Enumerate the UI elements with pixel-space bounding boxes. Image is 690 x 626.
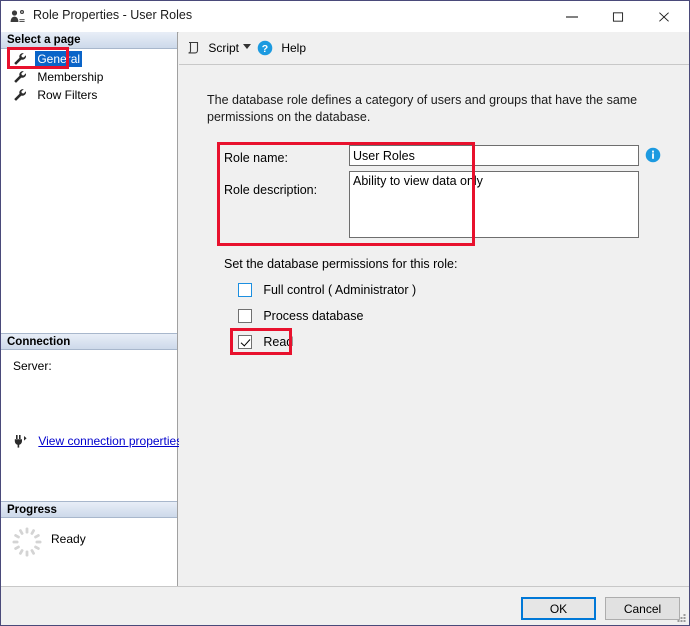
role-name-label: Role name:	[224, 151, 288, 165]
wrench-icon	[13, 52, 29, 66]
permission-label: Process database	[263, 309, 364, 323]
permission-full-control[interactable]: Full control ( Administrator )	[238, 281, 416, 299]
sidebar-item-general[interactable]: General	[13, 51, 83, 67]
connection-header: Connection	[1, 333, 177, 350]
minimize-icon	[566, 16, 578, 18]
window-title: Role Properties - User Roles	[33, 8, 193, 22]
checkbox-read[interactable]	[238, 335, 252, 349]
left-panel: Select a page General Membership Row Fil…	[1, 32, 182, 586]
role-description-label: Role description:	[224, 183, 318, 197]
help-label: Help	[281, 41, 307, 55]
sidebar-item-label: Membership	[37, 70, 104, 84]
script-icon	[186, 41, 200, 55]
server-label: Server:	[13, 359, 52, 373]
role-properties-dialog: Role Properties - User Roles Select a pa…	[0, 0, 690, 626]
minimize-button[interactable]	[549, 1, 595, 31]
svg-text:?: ?	[262, 43, 268, 55]
role-description-textarea[interactable]: Ability to view data only	[349, 171, 639, 238]
maximize-button[interactable]	[595, 1, 641, 31]
view-connection-properties-label: View connection properties	[38, 434, 183, 448]
permission-label: Full control ( Administrator )	[263, 283, 417, 297]
permissions-title: Set the database permissions for this ro…	[224, 257, 458, 271]
role-users-icon	[10, 9, 27, 25]
sidebar-item-label: General	[35, 51, 83, 67]
view-connection-properties-link[interactable]: View connection properties	[13, 433, 182, 451]
wrench-icon	[13, 70, 29, 84]
sidebar-item-label: Row Filters	[37, 88, 98, 102]
spinner-icon	[11, 526, 43, 558]
maximize-icon	[612, 12, 624, 22]
sidebar-item-row-filters[interactable]: Row Filters	[13, 87, 99, 103]
role-name-input[interactable]	[349, 145, 639, 166]
checkbox-process-database[interactable]	[238, 309, 252, 323]
close-icon	[659, 12, 669, 22]
script-button[interactable]: Script	[186, 38, 239, 58]
dialog-footer: OK Cancel	[1, 586, 689, 625]
cancel-button[interactable]: Cancel	[605, 597, 680, 620]
select-a-page-header: Select a page	[1, 32, 177, 49]
help-button[interactable]: ? Help	[257, 38, 306, 58]
title-bar: Role Properties - User Roles	[1, 1, 689, 33]
info-icon[interactable]	[645, 147, 661, 163]
plug-icon	[13, 433, 29, 449]
toolbar: Script ? Help	[179, 32, 689, 65]
checkbox-full-control[interactable]	[238, 283, 252, 297]
sidebar-item-membership[interactable]: Membership	[13, 69, 105, 85]
permission-process-database[interactable]: Process database	[238, 307, 363, 325]
ok-button[interactable]: OK	[521, 597, 596, 620]
help-question-icon: ?	[257, 40, 273, 56]
close-button[interactable]	[641, 1, 687, 31]
resize-grip-icon[interactable]	[675, 612, 687, 624]
chevron-down-icon[interactable]	[243, 44, 251, 49]
permission-label: Read	[263, 335, 294, 349]
progress-header: Progress	[1, 501, 177, 518]
progress-status: Ready	[51, 532, 86, 546]
content-panel: Script ? Help The database role defines …	[179, 32, 689, 586]
permission-read[interactable]: Read	[238, 333, 293, 351]
script-label: Script	[208, 41, 240, 55]
role-description-text: The database role defines a category of …	[207, 93, 638, 124]
wrench-icon	[13, 88, 29, 102]
